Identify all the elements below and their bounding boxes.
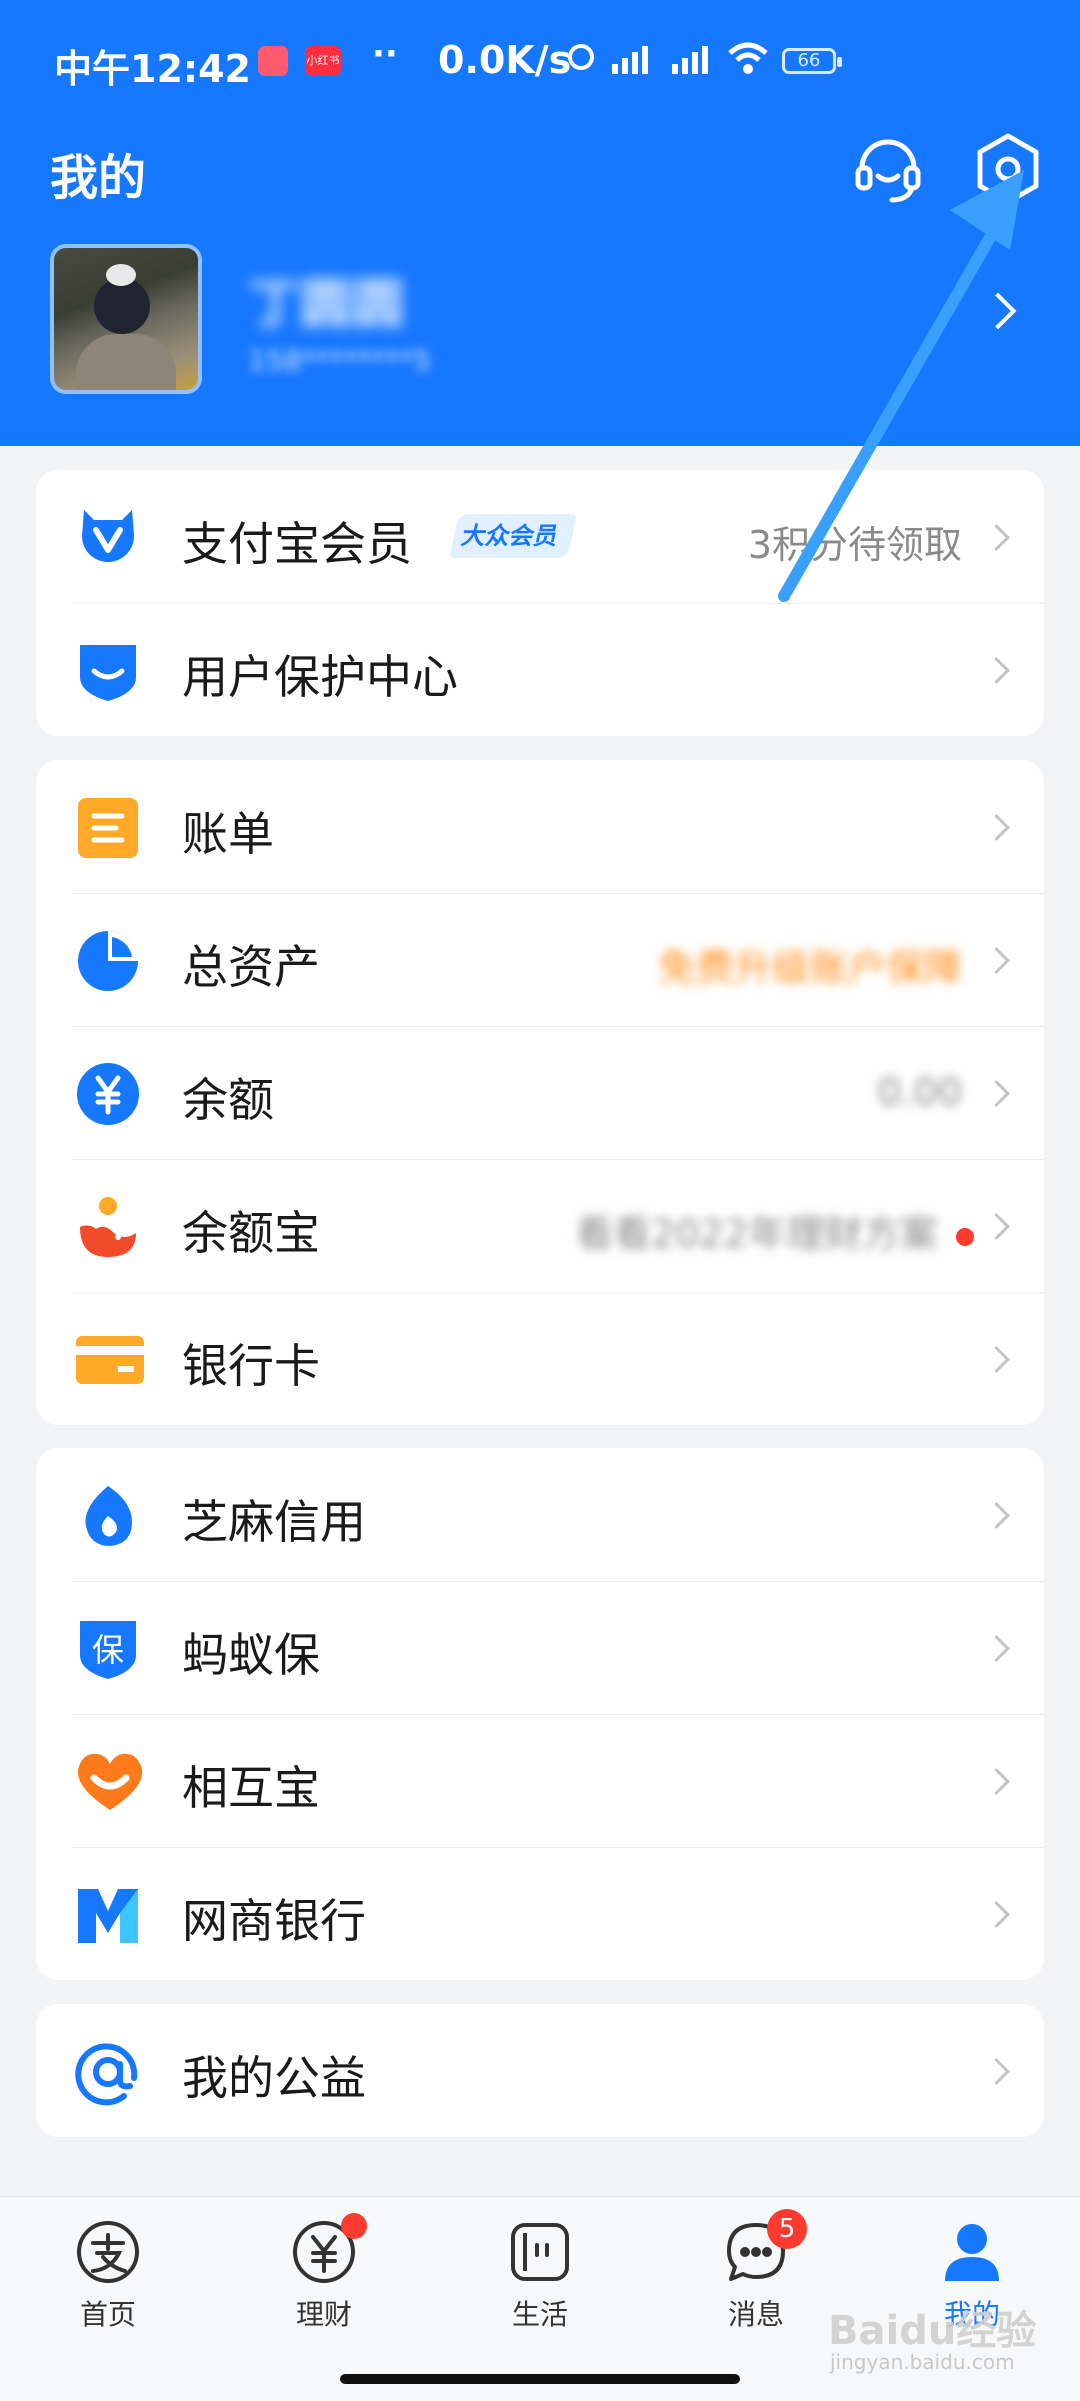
list-item-bank-card[interactable]: 银行卡 bbox=[36, 1292, 1044, 1425]
alipay-home-icon bbox=[75, 2219, 141, 2285]
signal-icon-2 bbox=[672, 44, 708, 74]
yuan-coin-icon bbox=[291, 2213, 367, 2285]
bank-card-label: 银行卡 bbox=[182, 1339, 320, 1393]
xianghubao-label: 相互宝 bbox=[182, 1761, 320, 1815]
xiaohongshu-notification-icon: 小红书 bbox=[305, 46, 341, 76]
list-item-yuebao[interactable]: 余额宝 看看2022年理财方案 bbox=[36, 1159, 1044, 1292]
charity-label: 我的公益 bbox=[182, 2051, 366, 2105]
chevron-right-icon bbox=[983, 1901, 1010, 1928]
alarm-icon bbox=[568, 44, 594, 70]
member-v-icon bbox=[74, 504, 142, 572]
person-icon bbox=[939, 2219, 1005, 2285]
services-card: 芝麻信用 保 蚂蚁保 相互宝 网商银行 bbox=[36, 1448, 1044, 1980]
chevron-right-icon bbox=[983, 1502, 1010, 1529]
balance-label: 余额 bbox=[182, 1073, 274, 1127]
bank-card-icon bbox=[74, 1326, 144, 1394]
chevron-right-icon bbox=[983, 1080, 1010, 1107]
total-assets-label: 总资产 bbox=[182, 940, 320, 994]
list-item-sesame-credit[interactable]: 芝麻信用 bbox=[36, 1448, 1044, 1581]
yuebao-label: 余额宝 bbox=[182, 1206, 320, 1260]
assets-card: 账单 总资产 免费升级账户保障 余额 0.00 余额宝 看看2022年理财方案 … bbox=[36, 760, 1044, 1425]
mybank-label: 网商银行 bbox=[182, 1894, 366, 1948]
list-item-bill[interactable]: 账单 bbox=[36, 760, 1044, 893]
ant-insurance-label: 蚂蚁保 bbox=[182, 1628, 320, 1682]
status-time: 中午12:42 bbox=[54, 47, 251, 91]
chevron-right-icon bbox=[983, 814, 1010, 841]
tab-messages[interactable]: 5 消息 bbox=[676, 2209, 836, 2333]
tab-life[interactable]: 生活 bbox=[460, 2219, 620, 2333]
member-level-badge: 大众会员 bbox=[449, 514, 577, 558]
list-item-mybank[interactable]: 网商银行 bbox=[36, 1847, 1044, 1980]
balance-value: 0.00 bbox=[877, 1070, 962, 1114]
charity-card: 我的公益 bbox=[36, 2004, 1044, 2137]
yuebao-icon bbox=[74, 1193, 142, 1261]
tab-wealth[interactable]: 理财 bbox=[244, 2213, 404, 2333]
settings-gear-icon[interactable] bbox=[968, 130, 1048, 210]
network-speed: 0.0K/s bbox=[438, 38, 572, 82]
red-dot-badge bbox=[341, 2213, 367, 2239]
list-item-xianghubao[interactable]: 相互宝 bbox=[36, 1714, 1044, 1847]
chevron-right-icon bbox=[983, 1635, 1010, 1662]
page-title: 我的 bbox=[50, 150, 147, 206]
member-card: 支付宝会员 大众会员 3积分待领取 用户保护中心 bbox=[36, 470, 1044, 736]
chevron-right-icon bbox=[983, 1768, 1010, 1795]
customer-service-icon[interactable] bbox=[848, 130, 928, 210]
status-bar: 中午12:42 小红书 ·· 0.0K/s 66 bbox=[0, 30, 1080, 100]
tab-home-label: 首页 bbox=[79, 2298, 136, 2331]
wifi-icon bbox=[728, 40, 768, 84]
signal-icon bbox=[612, 44, 648, 74]
tab-home[interactable]: 首页 bbox=[28, 2219, 188, 2333]
baidu-watermark: Baidu经验 bbox=[828, 2308, 1037, 2354]
mybank-m-icon bbox=[74, 1881, 142, 1949]
list-item-charity[interactable]: 我的公益 bbox=[36, 2004, 1044, 2137]
list-item-user-protection[interactable]: 用户保护中心 bbox=[36, 603, 1044, 736]
chevron-right-icon bbox=[983, 947, 1010, 974]
tab-life-label: 生活 bbox=[511, 2298, 568, 2331]
sesame-credit-label: 芝麻信用 bbox=[182, 1495, 366, 1549]
chevron-right-icon bbox=[983, 1346, 1010, 1373]
chevron-right-icon bbox=[983, 524, 1010, 551]
profile-chevron-icon[interactable] bbox=[979, 292, 1017, 330]
sesame-credit-icon bbox=[74, 1482, 142, 1550]
chevron-right-icon bbox=[983, 2058, 1010, 2085]
bill-label: 账单 bbox=[182, 807, 274, 861]
red-dot-badge bbox=[956, 1227, 974, 1246]
user-name[interactable]: 丁圆圆 bbox=[248, 262, 404, 337]
list-item-balance[interactable]: 余额 0.00 bbox=[36, 1026, 1044, 1159]
tab-wealth-label: 理财 bbox=[295, 2298, 352, 2331]
profile-header: 中午12:42 小红书 ·· 0.0K/s 66 我的 丁圆圆 158*****… bbox=[0, 0, 1080, 446]
insurance-bao-icon: 保 bbox=[74, 1615, 142, 1683]
chat-bubble-icon: 5 bbox=[723, 2209, 807, 2285]
shield-icon bbox=[74, 637, 142, 705]
total-assets-promo: 免费升级账户保障 bbox=[657, 946, 962, 990]
baidu-watermark-url: jingyan.baidu.com bbox=[830, 2350, 1015, 2374]
bill-icon bbox=[74, 794, 142, 862]
svg-text:保: 保 bbox=[92, 1631, 124, 1669]
member-label: 支付宝会员 bbox=[182, 517, 412, 571]
notification-app-icon bbox=[258, 46, 288, 76]
life-grid-icon bbox=[507, 2219, 573, 2285]
user-account: 158********5 bbox=[248, 344, 432, 377]
charity-at-icon bbox=[74, 2038, 142, 2106]
home-indicator[interactable] bbox=[340, 2374, 740, 2384]
member-points-text: 3积分待领取 bbox=[747, 523, 962, 567]
yuan-circle-icon bbox=[74, 1060, 142, 1128]
list-item-total-assets[interactable]: 总资产 免费升级账户保障 bbox=[36, 893, 1044, 1026]
message-count-badge: 5 bbox=[767, 2209, 807, 2249]
battery-icon: 66 bbox=[782, 48, 842, 74]
list-item-ant-insurance[interactable]: 保 蚂蚁保 bbox=[36, 1581, 1044, 1714]
heart-icon bbox=[74, 1748, 143, 1816]
yuebao-promo: 看看2022年理财方案 bbox=[575, 1203, 974, 1258]
list-item-member[interactable]: 支付宝会员 大众会员 3积分待领取 bbox=[36, 470, 1044, 603]
chevron-right-icon bbox=[983, 1213, 1010, 1240]
tab-messages-label: 消息 bbox=[727, 2298, 784, 2331]
avatar[interactable] bbox=[50, 244, 202, 394]
status-more-dots: ·· bbox=[372, 34, 398, 74]
chevron-right-icon bbox=[983, 657, 1010, 684]
user-protection-label: 用户保护中心 bbox=[182, 650, 458, 704]
pie-chart-icon bbox=[74, 927, 142, 995]
